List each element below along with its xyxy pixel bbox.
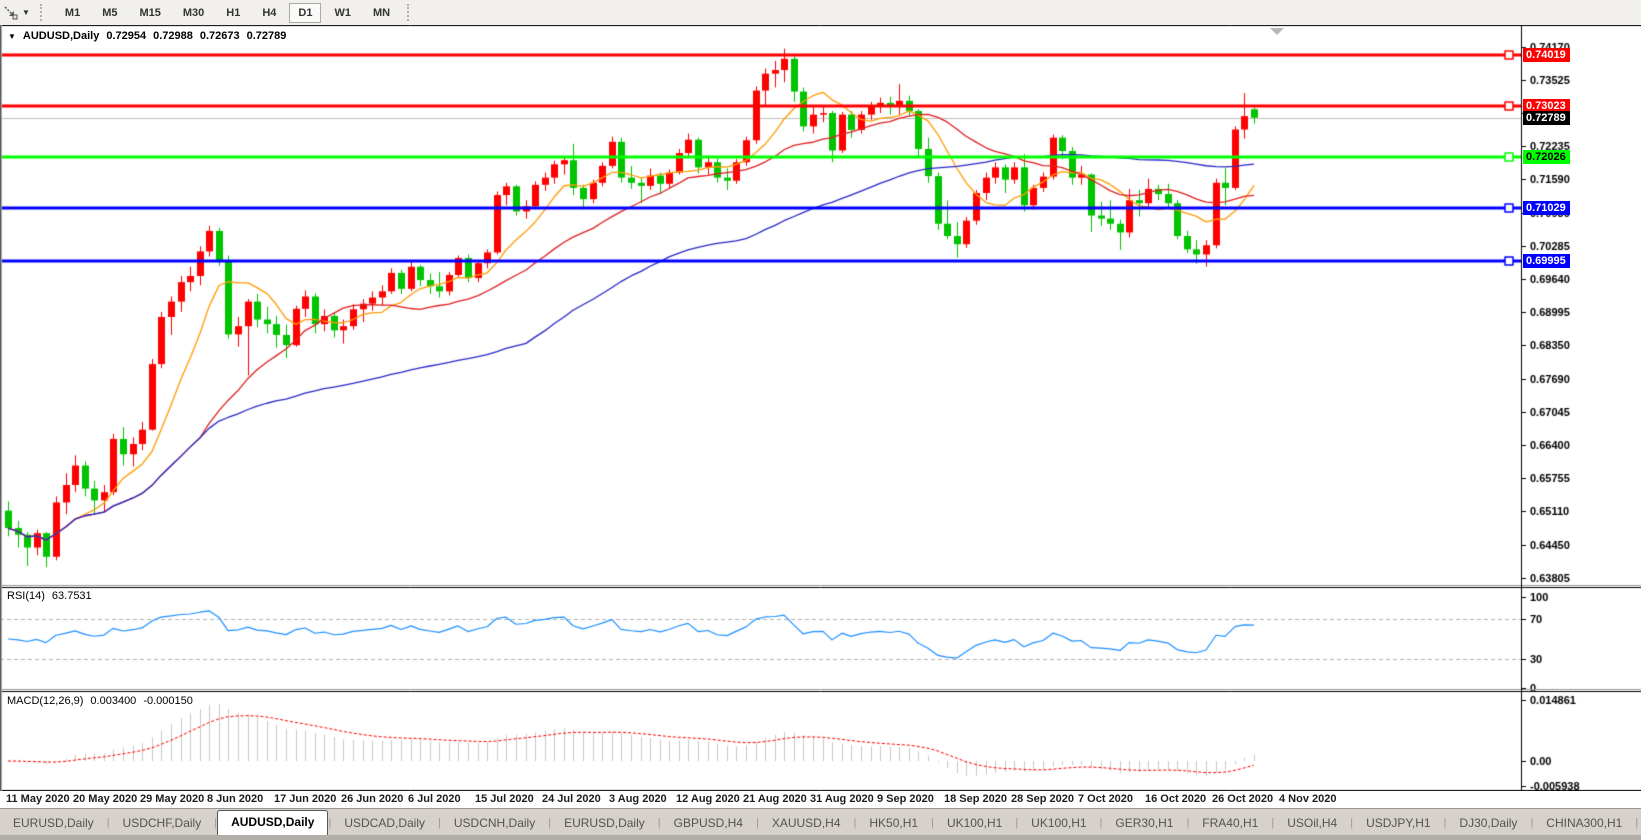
cursor-tool-icon[interactable]: [2, 5, 20, 21]
macd-main-value: 0.003400: [90, 695, 137, 707]
time-axis-label: 17 Jun 2020: [274, 793, 337, 805]
time-axis-label: 21 Aug 2020: [743, 793, 807, 805]
chart-tab-bar: EURUSD,Daily | USDCHF,Daily | AUDUSD,Daily | U…: [0, 808, 1641, 836]
chart-tab-audusd-daily[interactable]: AUDUSD,Daily: [217, 810, 329, 836]
level-price-badge: 0.72026: [1523, 150, 1570, 164]
top-toolbar: ▼ M1 M5 M15 M30 H1 H4 D1 W1 MN: [0, 0, 1641, 25]
chart-tab-dj30-daily[interactable]: DJ30,Daily: [1446, 812, 1530, 835]
chart-tab-eurusd-daily[interactable]: EURUSD,Daily: [551, 812, 658, 835]
toolbar-grip[interactable]: [39, 4, 46, 21]
timeframe-w1[interactable]: W1: [325, 3, 360, 23]
chart-high-value: 0.72988: [153, 30, 193, 42]
rsi-value: 63.7531: [51, 590, 92, 602]
timeframe-m30[interactable]: M30: [174, 3, 213, 23]
chart-tab-uk100-h1[interactable]: UK100,H1: [934, 812, 1015, 835]
time-axis-label: 26 Oct 2020: [1212, 793, 1274, 805]
chart-tab-usdchf-daily[interactable]: USDCHF,Daily: [110, 812, 215, 835]
chart-symbol-period: AUDUSD,Daily: [22, 30, 100, 42]
time-axis-label: 7 Oct 2020: [1078, 793, 1134, 805]
macd-label: MACD(12,26,9): [7, 695, 84, 707]
current-price-badge: 0.72789: [1523, 111, 1570, 125]
time-axis-label: 24 Jul 2020: [542, 793, 601, 805]
level-price-badge: 0.71029: [1523, 201, 1570, 215]
chart-tab-xauusd-h4[interactable]: XAUUSD,H4: [759, 812, 854, 835]
macd-header: MACD(12,26,9) 0.003400 -0.000150: [7, 695, 193, 707]
chart-tab-gbpusd-h4[interactable]: GBPUSD,H4: [661, 812, 756, 835]
timeframe-d1[interactable]: D1: [289, 2, 322, 23]
time-axis-label: 26 Jun 2020: [341, 793, 404, 805]
time-axis-label: 28 Sep 2020: [1011, 793, 1074, 805]
tool-dropdown-caret[interactable]: ▼: [22, 8, 30, 17]
chart-close-value: 0.72789: [246, 30, 287, 42]
time-axis-label: 12 Aug 2020: [676, 793, 740, 805]
time-axis-label: 15 Jul 2020: [475, 793, 534, 805]
chart-open-value: 0.72954: [106, 30, 147, 42]
timeframe-m5[interactable]: M5: [93, 3, 126, 23]
time-axis-label: 20 May 2020: [73, 793, 138, 805]
time-axis-label: 9 Sep 2020: [877, 793, 934, 805]
level-price-badge: 0.69995: [1523, 254, 1570, 268]
chart-tab-eurusd-daily[interactable]: EURUSD,Daily: [0, 812, 107, 835]
chart-header: ▼ AUDUSD,Daily 0.72954 0.72988 0.72673 0…: [8, 30, 286, 42]
time-axis-label: 6 Jul 2020: [408, 793, 461, 805]
chart-tab-usdcad-daily[interactable]: USDCAD,Daily: [331, 812, 438, 835]
chart-tab-usoil-h4[interactable]: USOil,H4: [1274, 812, 1350, 835]
chart-menu-caret[interactable]: ▼: [8, 32, 16, 41]
macd-signal-value: -0.000150: [143, 695, 193, 707]
time-axis-label: 31 Aug 2020: [810, 793, 874, 805]
rsi-header: RSI(14) 63.7531: [7, 590, 92, 602]
chart-shift-marker-icon[interactable]: [1270, 28, 1284, 35]
timeframe-mn[interactable]: MN: [364, 3, 399, 23]
chart-tab-china300-h1[interactable]: CHINA300,H1: [1533, 812, 1635, 835]
price-chart-canvas[interactable]: [0, 25, 1641, 792]
time-axis-label: 8 Jun 2020: [207, 793, 264, 805]
chart-low-value: 0.72673: [199, 30, 240, 42]
chart-tab-hk50-h1[interactable]: HK50,H1: [856, 812, 931, 835]
time-axis-label: 4 Nov 2020: [1279, 793, 1337, 805]
chart-tab-ger30-h1[interactable]: GER30,H1: [1102, 812, 1186, 835]
chart-tab-fra40-h1[interactable]: FRA40,H1: [1189, 812, 1271, 835]
timeframe-m1[interactable]: M1: [56, 3, 89, 23]
time-axis-label: 11 May 2020: [6, 793, 70, 805]
timeframe-h1[interactable]: H1: [217, 3, 249, 23]
chart-tab-usdcnh-daily[interactable]: USDCNH,Daily: [441, 812, 548, 835]
chart-tab-uk100-h1[interactable]: UK100,H1: [1018, 812, 1099, 835]
time-axis-label: 3 Aug 2020: [609, 793, 667, 805]
time-axis-label: 16 Oct 2020: [1145, 793, 1207, 805]
rsi-label: RSI(14): [7, 590, 45, 602]
time-axis-label: 18 Sep 2020: [944, 793, 1007, 805]
toolbar-grip-2: [407, 4, 413, 21]
time-axis-label: 29 May 2020: [140, 793, 205, 805]
timeframe-h4[interactable]: H4: [253, 3, 285, 23]
time-axis: 11 May 2020 20 May 2020 29 May 2020 8 Jun 2…: [0, 791, 1641, 808]
level-price-badge: 0.74019: [1523, 48, 1570, 62]
timeframe-m15[interactable]: M15: [130, 3, 169, 23]
bottom-strip: [0, 835, 1641, 840]
chart-tab-usdjpy-h1[interactable]: USDJPY,H1: [1353, 812, 1443, 835]
